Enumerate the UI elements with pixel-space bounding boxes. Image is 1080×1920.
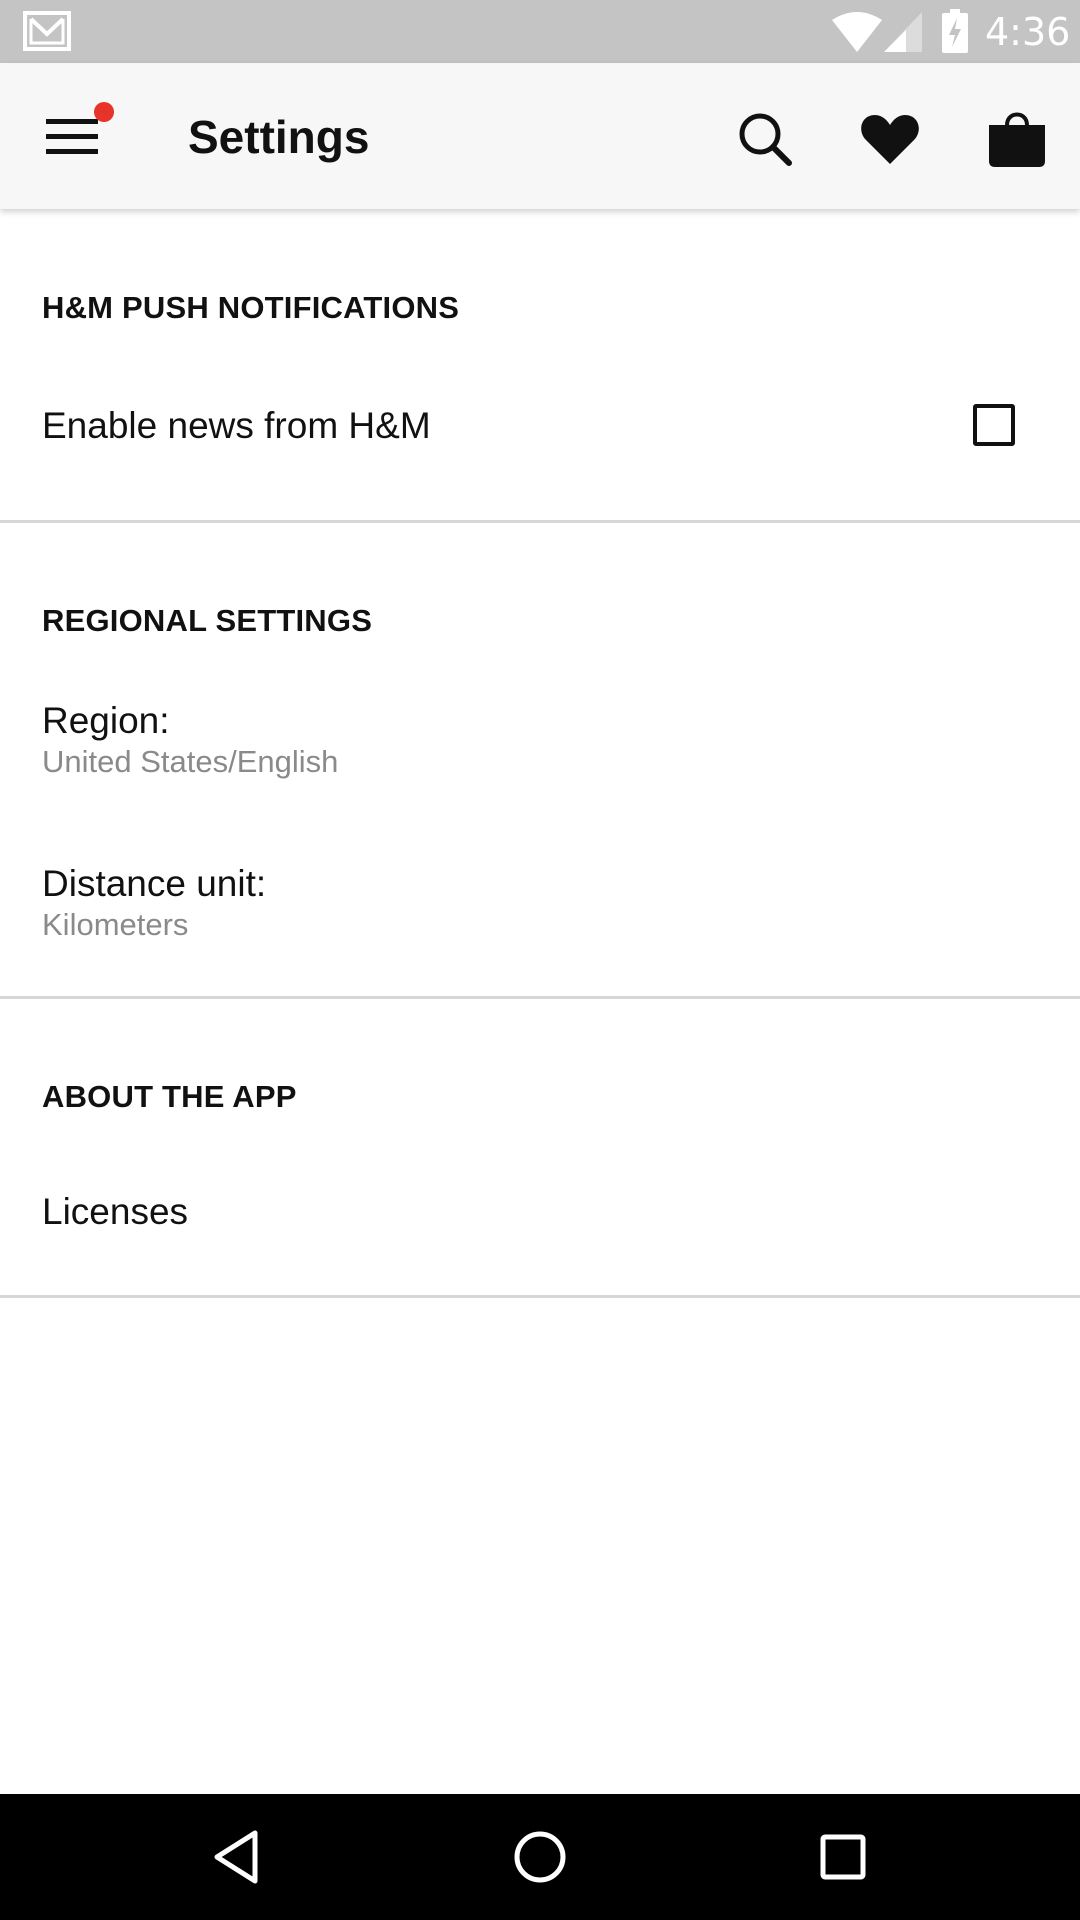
licenses-label: Licenses [42, 1191, 189, 1232]
gmail-notification-icon [23, 11, 71, 51]
distance-unit-label: Distance unit: [42, 863, 267, 904]
back-button[interactable] [196, 1817, 276, 1897]
divider [0, 520, 1080, 523]
distance-unit-value: Kilometers [42, 907, 189, 942]
status-time: 4:36 [985, 10, 1071, 54]
recents-button[interactable] [803, 1817, 883, 1897]
shopping-bag-icon [989, 112, 1045, 167]
back-icon [214, 1830, 258, 1884]
divider [0, 1295, 1080, 1298]
search-button[interactable] [727, 101, 803, 177]
section-header-regional-settings: REGIONAL SETTINGS [42, 603, 373, 638]
home-button[interactable] [500, 1817, 580, 1897]
home-icon [514, 1831, 566, 1883]
wifi-icon [832, 12, 882, 52]
app-bar: Settings [0, 63, 1080, 209]
menu-button[interactable] [38, 103, 128, 173]
divider [0, 996, 1080, 999]
region-label: Region: [42, 700, 170, 741]
enable-news-label: Enable news from H&M [42, 405, 431, 446]
battery-charging-icon [942, 9, 968, 53]
section-header-about-the-app: ABOUT THE APP [42, 1079, 297, 1114]
recents-icon [820, 1834, 866, 1880]
cellular-signal-icon [884, 12, 922, 52]
shopping-bag-button[interactable] [979, 101, 1055, 177]
section-header-push-notifications: H&M PUSH NOTIFICATIONS [42, 290, 460, 325]
status-bar: 4:36 [0, 0, 1080, 63]
menu-icon [46, 119, 98, 154]
page-title: Settings [188, 111, 370, 163]
navigation-bar [0, 1794, 1080, 1920]
favorites-button[interactable] [852, 101, 928, 177]
enable-news-checkbox[interactable] [973, 404, 1015, 446]
heart-icon [861, 115, 919, 164]
notification-dot [94, 102, 114, 122]
search-icon [739, 113, 792, 166]
region-value: United States/English [42, 744, 339, 779]
